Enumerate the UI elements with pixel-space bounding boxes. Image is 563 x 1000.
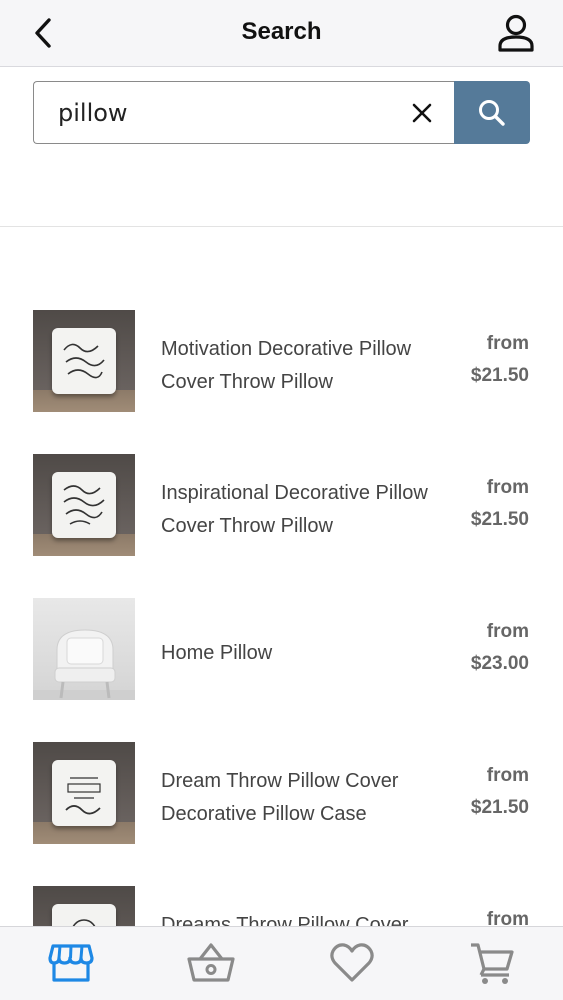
product-name: Inspirational Decorative Pillow Cover Th… [161,482,428,537]
product-thumbnail [33,454,135,556]
tab-bar [0,926,563,1000]
list-item[interactable]: Dream Throw Pillow Cover Decorative Pill… [0,742,563,844]
search-bar [33,81,530,144]
price-prefix: from [486,333,529,354]
product-price: $23.00 [470,653,529,674]
search-submit-button[interactable] [454,81,530,144]
product-thumbnail [33,310,135,412]
list-item[interactable]: Inspirational Decorative Pillow Cover Th… [0,454,563,556]
list-item[interactable]: Motivation Decorative Pillow Cover Throw… [0,310,563,412]
list-item[interactable]: Dreams Throw Pillow Cover from [0,886,563,926]
divider [0,226,563,227]
user-icon [498,14,534,52]
product-thumbnail [33,598,135,700]
list-item[interactable]: Home Pillow from $23.00 [0,598,563,700]
search-icon [479,99,505,126]
product-name: Motivation Decorative Pillow Cover Throw… [161,338,412,393]
tab-cart[interactable] [462,933,522,993]
product-name: Dream Throw Pillow Cover Decorative Pill… [161,770,399,825]
product-name: Home Pillow [161,642,273,664]
tab-basket[interactable] [181,933,241,993]
product-price: $21.50 [470,797,529,818]
tab-favorites[interactable] [322,933,382,993]
price-prefix: from [486,765,529,786]
product-thumbnail [33,886,135,926]
close-icon [412,103,432,123]
product-thumbnail [33,742,135,844]
header: Search [0,0,563,67]
cart-icon [471,943,514,984]
product-price: $21.50 [470,509,529,530]
heart-icon [330,943,374,982]
results-list: Motivation Decorative Pillow Cover Throw… [0,310,563,926]
search-input[interactable] [34,82,454,143]
price-prefix: from [486,477,529,498]
price-prefix: from [486,909,529,926]
basket-icon [187,943,235,982]
clear-search-button[interactable] [410,101,434,125]
page-title: Search [241,18,322,45]
account-button[interactable] [495,12,537,54]
product-price: $21.50 [470,365,529,386]
tab-store[interactable] [41,933,101,993]
store-icon [48,944,94,982]
price-prefix: from [486,621,529,642]
product-name: Dreams Throw Pillow Cover [161,914,409,926]
search-field-container [33,81,454,144]
